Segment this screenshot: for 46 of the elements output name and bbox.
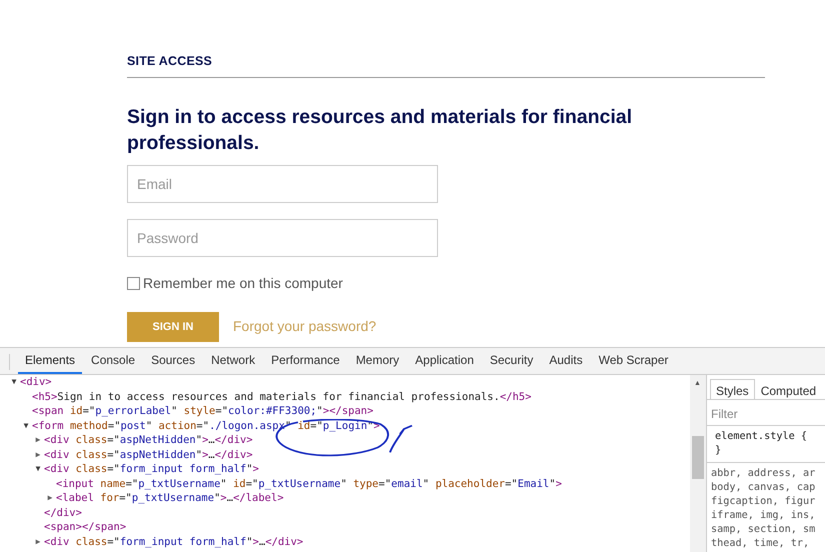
style-selector-line: figcaption, figur	[710, 495, 816, 509]
devtools-tab[interactable]: Audits	[542, 348, 590, 374]
collapsed-triangle-icon[interactable]: ▶	[44, 491, 56, 506]
dom-node-line[interactable]: ▼ <div class="form_input form_half">	[0, 462, 690, 476]
input-field[interactable]: Password	[127, 218, 438, 257]
style-rule-brace: }	[714, 444, 722, 458]
dom-node-line[interactable]: ▶ <div class="aspNetHidden">…</div>	[0, 448, 690, 462]
checkbox[interactable]	[127, 276, 140, 290]
style-selector-line: thead, time, tr,	[710, 537, 810, 551]
devtools-tab[interactable]: Elements	[18, 348, 82, 374]
dom-node-line[interactable]: ▶ <label for="p_txtUsername">…</label>	[0, 491, 690, 506]
dom-node-line[interactable]: ▼ <div>	[0, 375, 690, 390]
expanded-triangle-icon[interactable]: ▼	[20, 418, 32, 433]
expanded-triangle-icon[interactable]: ▼	[32, 462, 44, 476]
dom-node-line[interactable]: ▶ <div class="aspNetHidden">…</div>	[0, 433, 690, 448]
scrollbar-thumb[interactable]	[692, 436, 704, 479]
expanded-triangle-icon[interactable]: ▼	[8, 375, 20, 390]
devtools-tab[interactable]: Application	[408, 348, 481, 374]
style-rule-selector: element.style {	[714, 430, 808, 444]
style-selector-line: abbr, address, ar	[710, 467, 816, 481]
dom-node-line[interactable]: <span></span>	[0, 520, 690, 534]
styles-tab[interactable]: Styles	[710, 379, 755, 399]
page-heading: Sign in to access resources and materials for financial professionals.	[127, 104, 634, 156]
dom-node-line[interactable]: <input name="p_txtUsername" id="p_txtUsername" type="email" placeholder="Email">	[0, 476, 690, 491]
dom-node-line[interactable]: <span id="p_errorLabel" style="color:#FF3300;"></span>	[0, 404, 690, 418]
devtools-tab[interactable]: Web Scraper	[592, 348, 676, 374]
collapsed-triangle-icon[interactable]: ▶	[32, 534, 44, 549]
collapsed-triangle-icon[interactable]: ▶	[32, 448, 44, 462]
devtools-tab[interactable]: Performance	[264, 348, 347, 374]
collapsed-triangle-icon[interactable]: ▶	[32, 433, 44, 448]
input-field[interactable]: Email	[127, 164, 438, 203]
style-selector-line: iframe, img, ins,	[710, 509, 816, 523]
remember-label: Remember me on this computer	[143, 274, 343, 293]
section-title: SITE ACCESS	[127, 52, 765, 78]
dom-node-line[interactable]: <h5>Sign in to access resources and materials for financial professionals.</h5>	[0, 390, 690, 404]
dom-node-line[interactable]: ▶ <div class="form_input form_half">…</div>	[0, 534, 690, 549]
devtools-tab[interactable]: Sources	[144, 348, 202, 374]
filter-field[interactable]: Filter	[707, 400, 825, 426]
devtools-tab[interactable]: Security	[482, 348, 540, 374]
styles-tab[interactable]: Computed	[754, 379, 822, 399]
devtools-tab[interactable]: Console	[84, 348, 142, 374]
devtools-tab[interactable]: Network	[204, 348, 262, 374]
dom-node-line[interactable]: </div>	[0, 506, 690, 520]
devtools-tab[interactable]: Memory	[348, 348, 406, 374]
style-selector-line: body, canvas, cap	[710, 481, 816, 495]
style-selector-line: samp, section, sm	[710, 523, 816, 537]
